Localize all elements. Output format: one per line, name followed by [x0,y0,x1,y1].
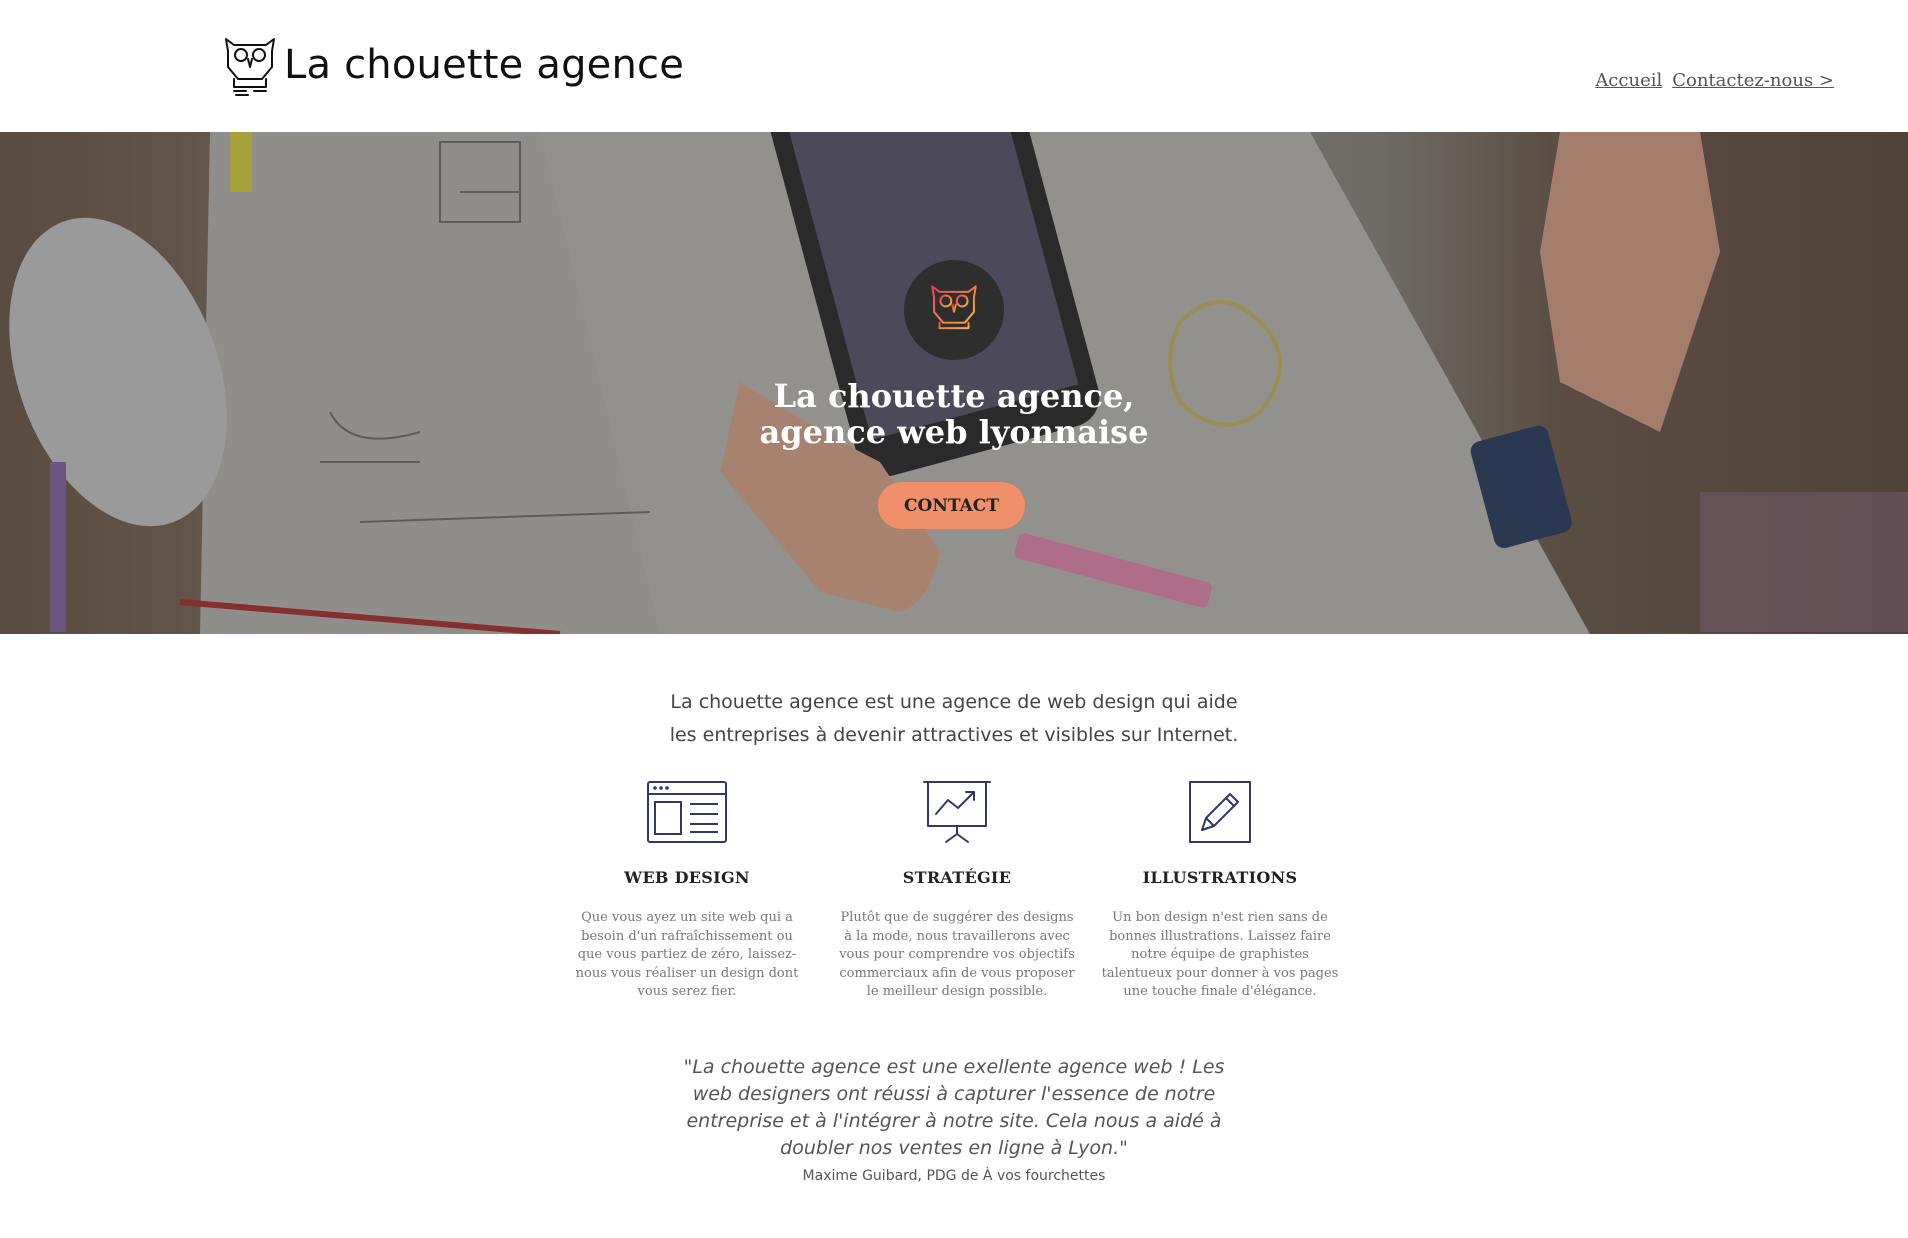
pencil-icon [1189,781,1251,843]
intro-line-1: La chouette agence est une agence de web… [670,691,1238,713]
service-description: Que vous ayez un site web qui a besoin d… [575,910,799,999]
nav-link-contact[interactable]: Contactez-nous > [1672,70,1834,91]
owl-icon [931,285,977,334]
hero-title: La chouette agence, agence web lyonnaise [654,378,1254,450]
browser-window-icon [647,781,727,843]
service-title: WEB DESIGN [624,868,750,887]
site-header: La chouette agence Accueil Contactez-nou… [0,0,1908,132]
testimonial-quote: "La chouette agence est une exellente ag… [683,1056,1225,1159]
service-illustrations: ILLUSTRATIONS Un bon design n'est rien s… [1100,780,1340,1002]
owl-icon [225,38,275,96]
brand-logo[interactable]: La chouette agence [222,33,684,97]
testimonial-author: Maxime Guibard, PDG de À vos fourchettes [802,1168,1106,1184]
service-strategie: STRATÉGIE Plutôt que de suggérer des des… [837,780,1077,1002]
nav-link-accueil[interactable]: Accueil [1595,70,1662,91]
service-title: STRATÉGIE [902,868,1012,887]
intro-text: La chouette agence est une agence de web… [554,686,1354,752]
presentation-chart-icon [923,781,991,843]
service-description: Un bon design n'est rien sans de bonnes … [1101,910,1339,999]
hero-title-line-1: La chouette agence, [773,377,1135,415]
hero-banner: La chouette agence, agence web lyonnaise… [0,132,1908,634]
brand-title: La chouette agence [284,42,685,88]
contact-button[interactable]: CONTACT [878,482,1025,529]
intro-line-2: les entreprises à devenir attractives et… [669,724,1239,746]
main-nav: Accueil Contactez-nous > [1595,70,1834,91]
service-description: Plutôt que de suggérer des designs à la … [839,910,1075,999]
hero-title-line-2: agence web lyonnaise [759,413,1149,451]
service-web-design: WEB DESIGN Que vous ayez un site web qui… [567,780,807,1002]
service-title: ILLUSTRATIONS [1142,868,1298,887]
hero-owl-badge [904,260,1004,360]
